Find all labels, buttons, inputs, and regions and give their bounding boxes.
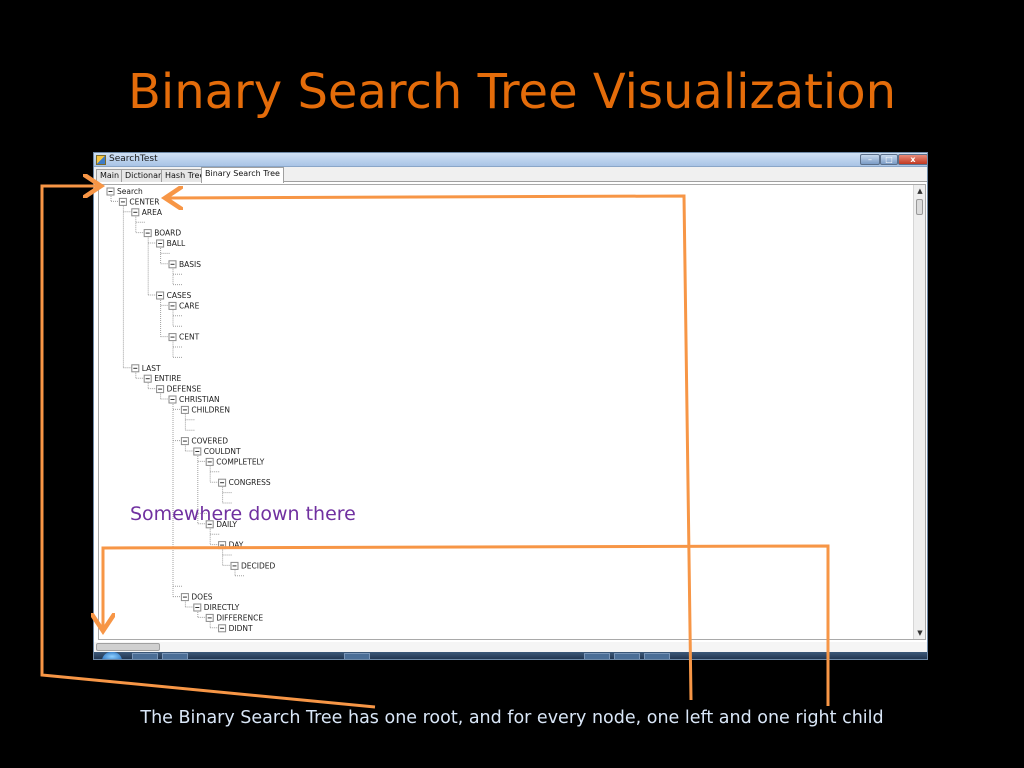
tree-node-label[interactable]: BALL (167, 239, 186, 248)
tree-node-label[interactable]: COVERED (191, 437, 228, 446)
slide-caption: The Binary Search Tree has one root, and… (140, 708, 884, 728)
tree-node-label[interactable]: DEFENSE (167, 385, 202, 394)
tree-node-label[interactable]: Search (117, 187, 143, 196)
tree-node-label[interactable]: BASIS (179, 260, 201, 269)
window-titlebar[interactable]: SearchTest – □ x (94, 153, 927, 167)
tree-node-label[interactable]: CENTER (129, 197, 159, 206)
taskbar-item[interactable] (162, 653, 188, 659)
tree-node-label[interactable]: CARE (179, 301, 200, 310)
taskbar-item[interactable] (644, 653, 670, 659)
tree-node-label[interactable]: ENTIRE (154, 374, 181, 383)
tab-main[interactable]: Main (96, 169, 124, 182)
tree-node-label[interactable]: AREA (142, 208, 163, 217)
maximize-button[interactable]: □ (880, 154, 898, 165)
close-button[interactable]: x (898, 154, 927, 165)
tree-node-label[interactable]: CHILDREN (191, 405, 230, 414)
tree-node-label[interactable]: CASES (167, 291, 192, 300)
tab-binary-search-tree[interactable]: Binary Search Tree (201, 167, 284, 183)
tree-view[interactable]: Search CENTER AREA BOARD BALL BASIS CASES CARE C… (98, 184, 926, 640)
scroll-down-icon[interactable]: ▼ (914, 627, 925, 639)
scroll-thumb[interactable] (916, 199, 923, 215)
tree-node-label[interactable]: LAST (142, 364, 161, 373)
taskbar-item[interactable] (614, 653, 640, 659)
slide-title: Binary Search Tree Visualization (127, 64, 897, 120)
start-orb-icon[interactable] (102, 652, 122, 659)
tree-node-label[interactable]: DIRECTLY (204, 603, 240, 612)
tree-node-label[interactable]: CENT (179, 333, 200, 342)
annotation-note: Somewhere down there (130, 503, 356, 525)
scroll-up-icon[interactable]: ▲ (914, 185, 925, 197)
tree-node-label[interactable]: CHRISTIAN (179, 395, 220, 404)
taskbar-item[interactable] (584, 653, 610, 659)
taskbar-item[interactable] (344, 653, 370, 659)
horizontal-scroll-thumb[interactable] (96, 643, 160, 651)
vertical-scrollbar[interactable]: ▲ ▼ (913, 185, 925, 639)
tree-diagram: SearchCENTER AREA BOARDBALL BASIS CASESCARE C… (106, 187, 275, 633)
app-window: SearchTest – □ x Main Dictionary Hash Tr… (93, 152, 928, 660)
tree-node-label[interactable]: DOES (191, 593, 212, 602)
tree-node-label[interactable]: CONGRESS (229, 478, 271, 487)
tree-node-label[interactable]: DAY (229, 541, 244, 550)
tree-node-label[interactable]: COMPLETELY (216, 457, 265, 466)
tree-node-label[interactable]: DECIDED (241, 561, 275, 570)
tree-node-label[interactable]: BOARD (154, 229, 181, 238)
horizontal-scrollbar[interactable] (94, 642, 927, 652)
window-title: SearchTest (109, 154, 158, 164)
app-icon (96, 155, 106, 165)
minimize-button[interactable]: – (860, 154, 880, 165)
tree-node-label[interactable]: COULDNT (204, 447, 241, 456)
tree-node-label[interactable]: DIFFERENCE (216, 613, 263, 622)
taskbar-item[interactable] (132, 653, 158, 659)
tab-strip: Main Dictionary Hash Tree Binary Search … (94, 167, 927, 183)
tree-node-label[interactable]: DIDNT (229, 624, 253, 633)
taskbar (94, 652, 927, 659)
